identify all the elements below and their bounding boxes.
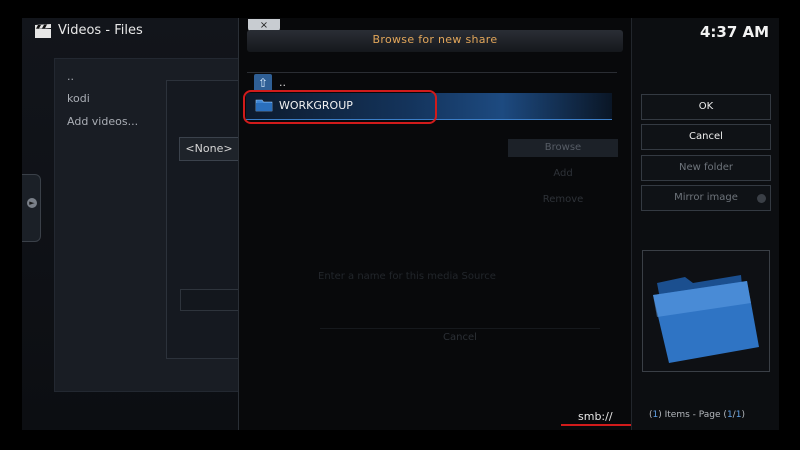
ghost-browse-button: Browse xyxy=(508,139,618,157)
ghost-hint-text: Enter a name for this media Source xyxy=(318,271,496,282)
clapperboard-icon xyxy=(35,24,51,38)
current-path: smb:// xyxy=(578,410,613,423)
new-folder-button[interactable]: New folder xyxy=(641,155,771,181)
ghost-add-button: Add xyxy=(553,168,573,179)
share-select-button[interactable]: <None> xyxy=(179,137,239,161)
folder-preview xyxy=(642,250,770,372)
highlight-annotation-circle xyxy=(243,90,437,124)
clock: 4:37 AM xyxy=(700,23,770,41)
page-title: Videos - Files xyxy=(58,23,143,38)
cancel-button[interactable]: Cancel xyxy=(641,124,771,150)
list-item-parent[interactable]: .. xyxy=(67,70,74,83)
large-folder-icon xyxy=(653,275,759,363)
list-item-add-videos[interactable]: Add videos... xyxy=(67,115,138,128)
mirror-image-toggle-icon xyxy=(757,194,766,203)
ghost-cancel-button: Cancel xyxy=(320,328,600,347)
side-menu-arrow-icon[interactable]: ► xyxy=(27,198,37,208)
ok-button[interactable]: OK xyxy=(641,94,771,120)
items-page-counter: (1) Items - Page (1/1) xyxy=(649,410,745,420)
mirror-image-button[interactable]: Mirror image xyxy=(641,185,771,211)
ghost-remove-button: Remove xyxy=(542,194,584,205)
source-name-field[interactable] xyxy=(180,289,240,311)
add-source-dialog-background xyxy=(166,80,242,359)
list-item-label[interactable]: .. xyxy=(279,76,286,89)
dialog-title: Browse for new share xyxy=(372,33,498,46)
side-menu-tab[interactable] xyxy=(22,174,41,242)
list-item-kodi[interactable]: kodi xyxy=(67,92,90,105)
